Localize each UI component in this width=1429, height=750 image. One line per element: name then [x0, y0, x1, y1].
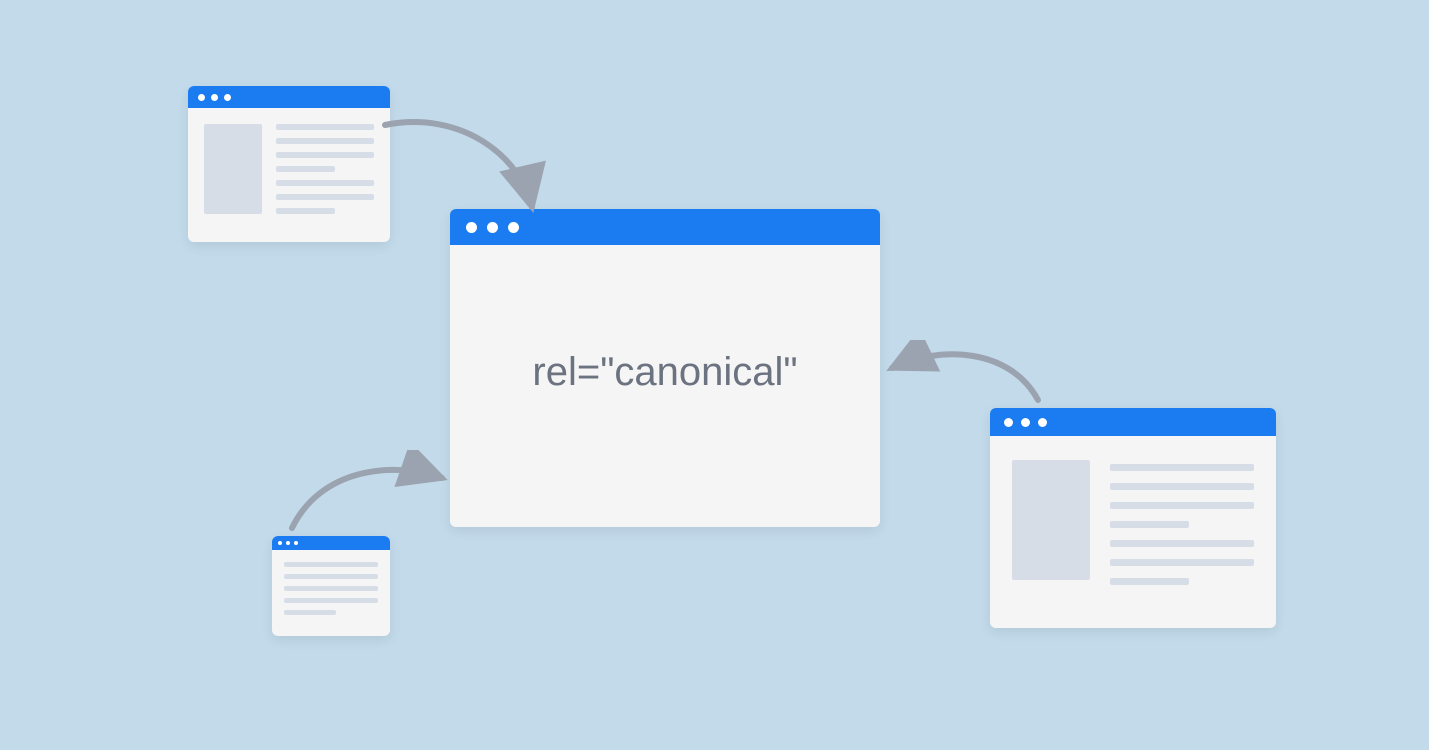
text-line-placeholder — [276, 124, 374, 130]
text-line-placeholder — [1110, 483, 1254, 490]
window-control-dot — [198, 94, 205, 101]
text-line-placeholder — [284, 610, 336, 615]
window-control-dot — [278, 541, 282, 545]
window-control-dot — [487, 222, 498, 233]
text-line-placeholder — [276, 180, 374, 186]
text-line-placeholder — [276, 138, 374, 144]
content-text-lines — [276, 124, 374, 214]
duplicate-page-window-bottom-right — [990, 408, 1276, 628]
text-line-placeholder — [1110, 578, 1189, 585]
text-line-placeholder — [276, 208, 335, 214]
text-line-placeholder — [1110, 540, 1254, 547]
text-line-placeholder — [1110, 521, 1189, 528]
canonical-page-window: rel="canonical" — [450, 209, 880, 527]
window-content — [990, 436, 1276, 609]
text-line-placeholder — [284, 586, 378, 591]
text-line-placeholder — [284, 574, 378, 579]
text-line-placeholder — [284, 562, 378, 567]
window-control-dot — [1004, 418, 1013, 427]
arrow-bottom-left-to-main-icon — [280, 450, 460, 550]
window-control-dot — [508, 222, 519, 233]
text-line-placeholder — [284, 598, 378, 603]
text-line-placeholder — [1110, 559, 1254, 566]
window-control-dot — [294, 541, 298, 545]
text-line-placeholder — [276, 166, 335, 172]
window-control-dot — [224, 94, 231, 101]
window-content — [272, 550, 390, 627]
text-line-placeholder — [1110, 464, 1254, 471]
canonical-label: rel="canonical" — [450, 350, 880, 395]
content-text-lines — [284, 562, 378, 615]
window-content — [188, 108, 390, 230]
window-titlebar — [450, 209, 880, 245]
content-thumbnail-placeholder — [1012, 460, 1090, 580]
content-text-lines — [1110, 460, 1254, 585]
window-titlebar — [272, 536, 390, 550]
duplicate-page-window-bottom-left — [272, 536, 390, 636]
window-control-dot — [286, 541, 290, 545]
text-line-placeholder — [1110, 502, 1254, 509]
text-line-placeholder — [276, 152, 374, 158]
window-control-dot — [1038, 418, 1047, 427]
text-line-placeholder — [276, 194, 374, 200]
content-thumbnail-placeholder — [204, 124, 262, 214]
window-titlebar — [188, 86, 390, 108]
window-control-dot — [1021, 418, 1030, 427]
window-control-dot — [466, 222, 477, 233]
window-titlebar — [990, 408, 1276, 436]
duplicate-page-window-top-left — [188, 86, 390, 242]
window-control-dot — [211, 94, 218, 101]
